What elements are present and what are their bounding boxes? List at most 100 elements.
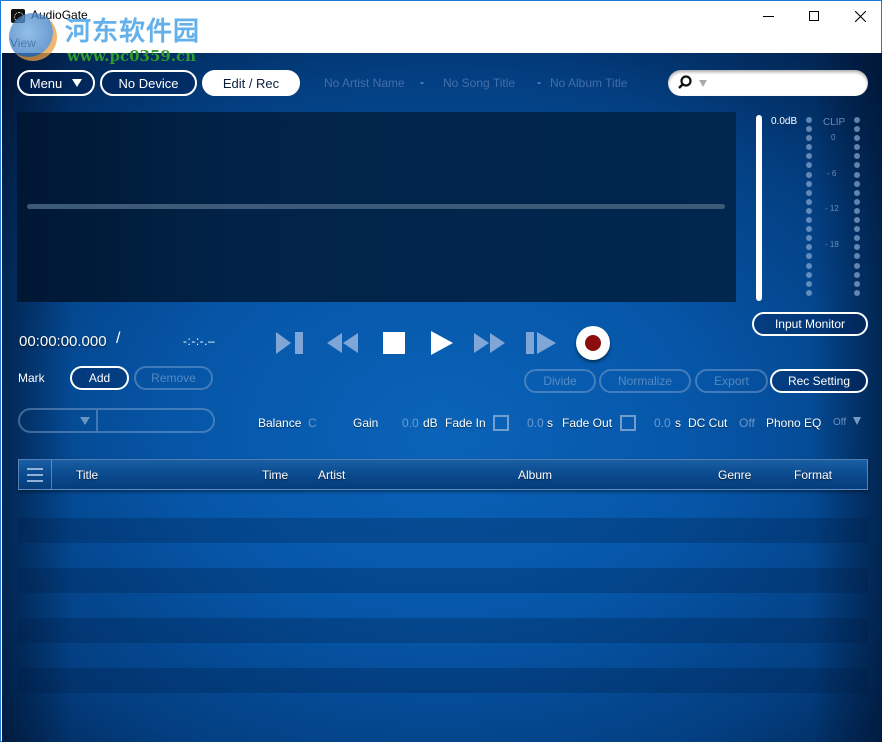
divide-button[interactable]: Divide <box>524 369 596 393</box>
input-monitor-button[interactable]: Input Monitor <box>752 312 868 336</box>
artist-name: No Artist Name <box>324 76 405 90</box>
meter-led <box>854 189 860 196</box>
search-input[interactable] <box>710 74 860 92</box>
rewind-button[interactable] <box>324 328 360 358</box>
meter-led <box>854 235 860 242</box>
meter-led <box>806 126 812 133</box>
edit-rec-mode-button[interactable]: Edit / Rec <box>202 70 300 96</box>
column-genre[interactable]: Genre <box>718 468 751 482</box>
next-marker-icon <box>526 332 556 354</box>
meta-separator: - <box>537 75 541 89</box>
meter-led <box>854 289 860 296</box>
watermark-text: 河东软件园 <box>65 17 201 47</box>
dc-cut-value[interactable]: Off <box>739 416 755 430</box>
meter-led <box>806 207 812 214</box>
album-title: No Album Title <box>550 76 628 90</box>
fade-out-checkbox[interactable] <box>620 415 636 431</box>
meter-tick: - 12 <box>825 204 839 213</box>
waveform-baseline <box>27 204 725 209</box>
dc-cut-label: DC Cut <box>688 416 728 430</box>
meter-led <box>854 153 860 160</box>
table-row[interactable] <box>18 693 868 718</box>
watermark-url: www.pc0359.cn <box>67 47 197 65</box>
clip-indicator: CLIP <box>823 117 846 128</box>
marker-selector[interactable] <box>18 408 215 433</box>
meter-led <box>806 117 812 123</box>
column-menu-button[interactable] <box>19 460 52 489</box>
skip-to-end-button[interactable] <box>273 328 309 358</box>
table-row[interactable] <box>18 643 868 668</box>
app-window: AudioGate View 河东软件园 www.pc0359.cn Menu … <box>0 0 882 742</box>
fade-in-label: Fade In <box>445 416 486 430</box>
export-button[interactable]: Export <box>695 369 768 393</box>
table-row[interactable] <box>18 568 868 593</box>
balance-value[interactable]: C <box>308 416 317 430</box>
meter-led <box>806 189 812 196</box>
stop-icon <box>383 332 405 354</box>
maximize-button[interactable] <box>791 1 837 31</box>
fast-forward-button[interactable] <box>472 328 508 358</box>
table-row[interactable] <box>18 543 868 568</box>
column-time[interactable]: Time <box>262 468 288 482</box>
remove-mark-button[interactable]: Remove <box>134 366 213 390</box>
column-title[interactable]: Title <box>76 468 98 482</box>
meter-led <box>806 271 812 278</box>
meter-led <box>806 180 812 187</box>
meter-led <box>806 262 812 269</box>
meter-led <box>854 207 860 214</box>
table-row[interactable] <box>18 518 868 543</box>
table-row[interactable] <box>18 593 868 618</box>
close-button[interactable] <box>837 1 882 31</box>
meter-led <box>806 144 812 151</box>
audiogate-main: Menu No Device Edit / Rec No Artist Name… <box>2 53 882 742</box>
table-row[interactable] <box>18 668 868 693</box>
fade-in-value[interactable]: 0.0 <box>527 416 544 430</box>
meter-led <box>854 180 860 187</box>
device-button[interactable]: No Device <box>100 70 197 96</box>
waveform-display[interactable] <box>17 112 736 302</box>
meter-led <box>806 217 812 224</box>
meter-led <box>854 171 860 178</box>
column-artist[interactable]: Artist <box>318 468 345 482</box>
fade-in-checkbox[interactable] <box>493 415 509 431</box>
table-row[interactable] <box>18 493 868 518</box>
column-album[interactable]: Album <box>518 468 552 482</box>
meter-led <box>854 226 860 233</box>
meter-led <box>806 135 812 142</box>
meter-led <box>806 244 812 251</box>
next-marker-button[interactable] <box>524 328 560 358</box>
search-options-caret-icon[interactable] <box>699 80 707 87</box>
gain-value[interactable]: 0.0 <box>402 416 419 430</box>
search-icon[interactable] <box>678 75 692 89</box>
rec-setting-button[interactable]: Rec Setting <box>770 369 868 393</box>
balance-label: Balance <box>258 416 302 430</box>
maximize-icon <box>809 11 819 21</box>
add-mark-button[interactable]: Add <box>70 366 129 390</box>
search-box[interactable] <box>668 70 868 96</box>
meter-led <box>806 198 812 205</box>
meter-led <box>806 226 812 233</box>
menu-button[interactable]: Menu <box>17 70 95 96</box>
table-row[interactable] <box>18 618 868 643</box>
watermark-logo-icon <box>9 13 57 61</box>
track-list-header: Title Time Artist Album Genre Format <box>18 459 868 490</box>
column-format[interactable]: Format <box>794 468 832 482</box>
play-button[interactable] <box>424 328 460 358</box>
record-button[interactable] <box>576 326 610 360</box>
fade-out-value[interactable]: 0.0 <box>654 416 671 430</box>
phono-eq-dropdown-icon[interactable] <box>853 417 861 425</box>
input-level-slider[interactable] <box>756 115 762 301</box>
stop-button[interactable] <box>376 328 412 358</box>
meter-led <box>854 162 860 169</box>
minimize-button[interactable] <box>745 1 791 31</box>
meter-tick: 0 <box>831 133 836 142</box>
meter-led <box>806 162 812 169</box>
gain-unit: dB <box>423 416 438 430</box>
song-title: No Song Title <box>443 76 516 90</box>
close-icon <box>854 10 866 22</box>
level-db-readout: 0.0dB <box>771 116 798 127</box>
normalize-button[interactable]: Normalize <box>599 369 691 393</box>
current-position: 00:00:00.000 <box>19 333 107 350</box>
chevron-down-icon[interactable] <box>80 417 90 425</box>
phono-eq-value[interactable]: Off <box>833 417 846 428</box>
